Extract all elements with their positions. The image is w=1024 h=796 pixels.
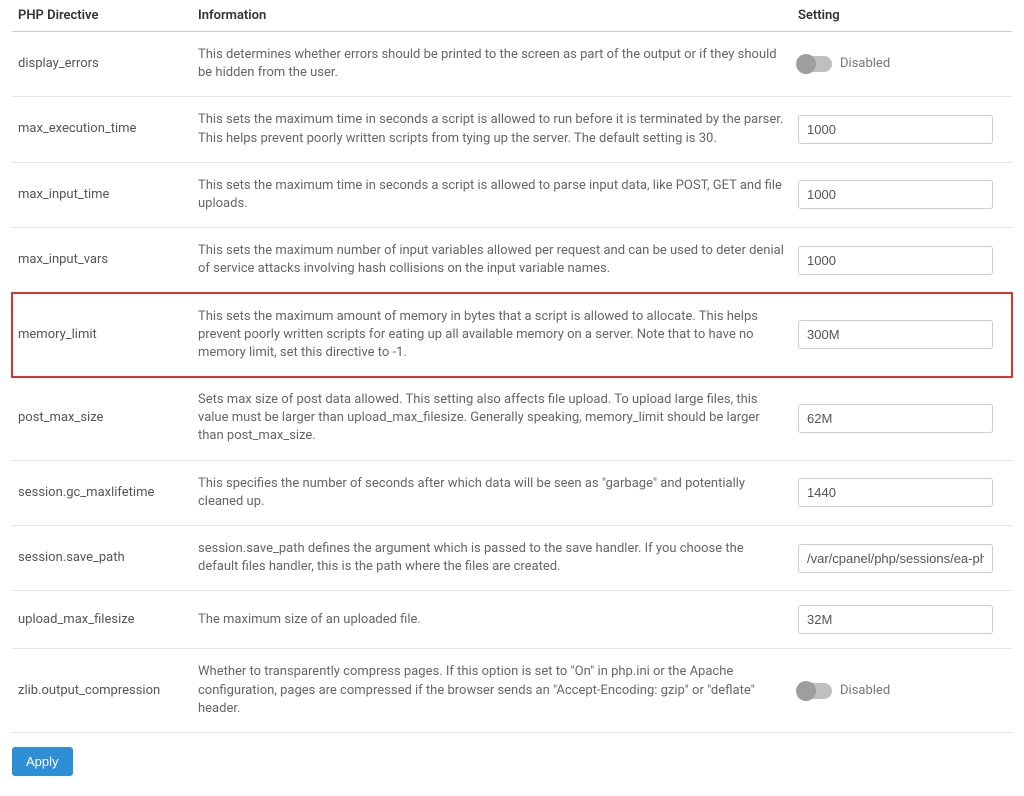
- table-row: memory_limitThis sets the maximum amount…: [12, 293, 1012, 377]
- directive-name: max_execution_time: [12, 97, 192, 162]
- directive-setting-cell: [792, 293, 1012, 377]
- directive-setting-cell: [792, 526, 1012, 591]
- directive-setting-cell: Disabled: [792, 32, 1012, 97]
- table-row: post_max_sizeSets max size of post data …: [12, 377, 1012, 461]
- setting-input[interactable]: [798, 115, 993, 144]
- directive-name: post_max_size: [12, 377, 192, 461]
- table-row: max_input_timeThis sets the maximum time…: [12, 162, 1012, 227]
- table-row: max_execution_timeThis sets the maximum …: [12, 97, 1012, 162]
- apply-button[interactable]: Apply: [12, 747, 73, 776]
- directive-setting-cell: [792, 97, 1012, 162]
- toggle-label: Disabled: [840, 682, 890, 700]
- setting-input[interactable]: [798, 246, 993, 275]
- directive-info: This specifies the number of seconds aft…: [192, 460, 792, 525]
- setting-input[interactable]: [798, 605, 993, 634]
- directive-info: Whether to transparently compress pages.…: [192, 649, 792, 733]
- setting-input[interactable]: [798, 320, 993, 349]
- setting-input[interactable]: [798, 478, 993, 507]
- toggle-label: Disabled: [840, 55, 890, 73]
- directive-info: Sets max size of post data allowed. This…: [192, 377, 792, 461]
- directive-name: memory_limit: [12, 293, 192, 377]
- toggle-knob-icon: [796, 54, 816, 74]
- directive-setting-cell: [792, 591, 1012, 649]
- table-row: session.gc_maxlifetimeThis specifies the…: [12, 460, 1012, 525]
- directive-info: This sets the maximum number of input va…: [192, 228, 792, 293]
- header-directive: PHP Directive: [12, 0, 192, 32]
- header-setting: Setting: [792, 0, 1012, 32]
- table-row: display_errorsThis determines whether er…: [12, 32, 1012, 97]
- directive-name: upload_max_filesize: [12, 591, 192, 649]
- directive-name: session.gc_maxlifetime: [12, 460, 192, 525]
- table-row: session.save_pathsession.save_path defin…: [12, 526, 1012, 591]
- setting-input[interactable]: [798, 544, 993, 573]
- header-information: Information: [192, 0, 792, 32]
- directive-info: This determines whether errors should be…: [192, 32, 792, 97]
- directive-info: This sets the maximum amount of memory i…: [192, 293, 792, 377]
- directive-name: max_input_vars: [12, 228, 192, 293]
- table-row: zlib.output_compressionWhether to transp…: [12, 649, 1012, 733]
- directive-info: This sets the maximum time in seconds a …: [192, 162, 792, 227]
- directive-setting-cell: [792, 460, 1012, 525]
- php-directives-table: PHP Directive Information Setting displa…: [12, 0, 1012, 733]
- directive-info: The maximum size of an uploaded file.: [192, 591, 792, 649]
- toggle-knob-icon: [796, 681, 816, 701]
- directive-setting-cell: [792, 228, 1012, 293]
- directive-info: session.save_path defines the argument w…: [192, 526, 792, 591]
- toggle-switch[interactable]: [798, 683, 832, 699]
- directive-setting-cell: Disabled: [792, 649, 1012, 733]
- directive-setting-cell: [792, 162, 1012, 227]
- toggle-switch[interactable]: [798, 56, 832, 72]
- directive-name: session.save_path: [12, 526, 192, 591]
- directive-name: zlib.output_compression: [12, 649, 192, 733]
- directive-name: max_input_time: [12, 162, 192, 227]
- table-row: max_input_varsThis sets the maximum numb…: [12, 228, 1012, 293]
- setting-input[interactable]: [798, 404, 993, 433]
- setting-input[interactable]: [798, 180, 993, 209]
- directive-name: display_errors: [12, 32, 192, 97]
- table-row: upload_max_filesizeThe maximum size of a…: [12, 591, 1012, 649]
- directive-info: This sets the maximum time in seconds a …: [192, 97, 792, 162]
- directive-setting-cell: [792, 377, 1012, 461]
